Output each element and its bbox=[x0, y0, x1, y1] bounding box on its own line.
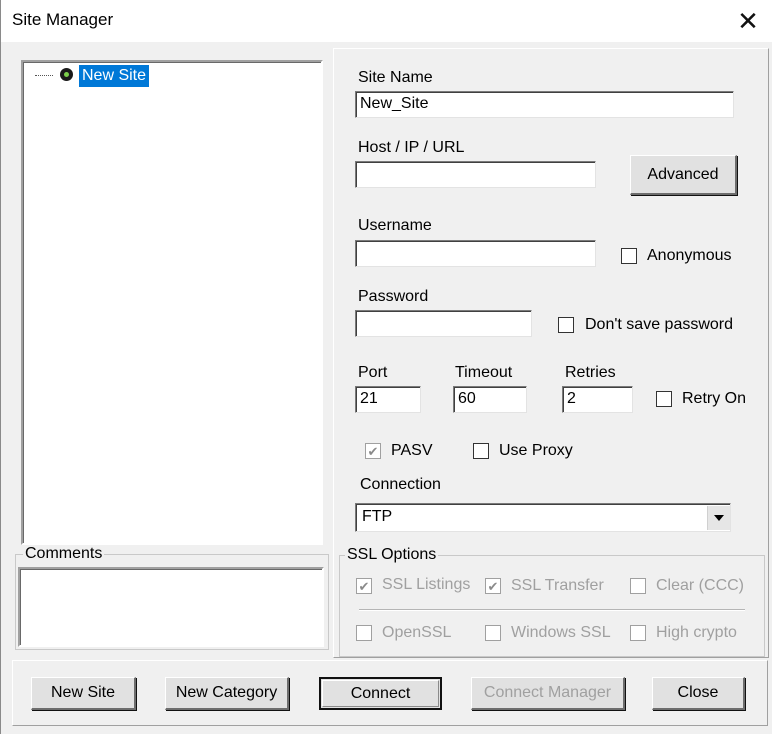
new-site-button[interactable]: New Site bbox=[31, 677, 136, 710]
openssl-label: OpenSSL bbox=[382, 624, 452, 641]
advanced-button[interactable]: Advanced bbox=[630, 155, 737, 195]
dont-save-password-label: Don't save password bbox=[585, 316, 734, 333]
close-button[interactable]: Close bbox=[652, 677, 745, 710]
ssl-options-title: SSL Options bbox=[345, 546, 439, 564]
use-proxy-checkbox[interactable] bbox=[473, 443, 489, 459]
dont-save-password-checkbox[interactable] bbox=[558, 317, 574, 333]
port-label: Port bbox=[358, 364, 388, 381]
openssl-checkbox[interactable] bbox=[356, 625, 372, 641]
window-title: Site Manager bbox=[12, 10, 114, 29]
site-manager-window: Site Manager ✕ New Site Comments Site Na… bbox=[0, 0, 772, 734]
host-label: Host / IP / URL bbox=[358, 139, 465, 156]
anonymous-label: Anonymous bbox=[647, 247, 732, 264]
site-name-input[interactable]: New_Site bbox=[355, 91, 734, 118]
username-label: Username bbox=[358, 217, 432, 234]
check-mark: ✔ bbox=[358, 578, 370, 594]
host-input[interactable] bbox=[355, 161, 596, 188]
site-tree[interactable] bbox=[21, 60, 323, 545]
username-input[interactable] bbox=[355, 240, 596, 267]
connection-value: FTP bbox=[362, 508, 393, 525]
password-label: Password bbox=[358, 288, 429, 305]
clear-ccc-checkbox[interactable] bbox=[630, 578, 646, 594]
retries-label: Retries bbox=[565, 364, 616, 381]
close-icon[interactable]: ✕ bbox=[723, 0, 772, 42]
high-crypto-checkbox[interactable] bbox=[630, 625, 646, 641]
ssl-listings-label: SSL Listings bbox=[382, 576, 471, 593]
chevron-down-icon[interactable] bbox=[707, 506, 730, 530]
title-bar: Site Manager ✕ bbox=[1, 0, 772, 42]
tree-connector bbox=[35, 75, 53, 76]
comments-textarea[interactable] bbox=[18, 567, 324, 647]
timeout-label: Timeout bbox=[455, 364, 513, 381]
pasv-label: PASV bbox=[391, 442, 433, 459]
site-name-label: Site Name bbox=[358, 69, 433, 86]
connection-label: Connection bbox=[360, 476, 441, 493]
connect-manager-button[interactable]: Connect Manager bbox=[471, 677, 625, 710]
comments-label: Comments bbox=[23, 545, 105, 563]
ssl-transfer-checkbox[interactable]: ✔ bbox=[485, 578, 501, 594]
pasv-checkbox[interactable]: ✔ bbox=[365, 443, 381, 459]
retry-on-label: Retry On bbox=[682, 390, 747, 407]
tree-item-new-site[interactable]: New Site bbox=[79, 65, 150, 87]
anonymous-checkbox[interactable] bbox=[621, 248, 637, 264]
new-category-button[interactable]: New Category bbox=[165, 677, 289, 710]
retries-input[interactable]: 2 bbox=[562, 386, 633, 413]
site-node-icon bbox=[60, 68, 73, 81]
timeout-input[interactable]: 60 bbox=[453, 386, 527, 413]
ssl-divider bbox=[359, 609, 745, 611]
check-mark: ✔ bbox=[367, 443, 379, 459]
clear-ccc-label: Clear (CCC) bbox=[656, 577, 744, 594]
ssl-listings-checkbox[interactable]: ✔ bbox=[356, 578, 372, 594]
high-crypto-label: High crypto bbox=[656, 624, 737, 641]
use-proxy-label: Use Proxy bbox=[499, 442, 573, 459]
windows-ssl-label: Windows SSL bbox=[511, 624, 611, 641]
port-input[interactable]: 21 bbox=[355, 386, 421, 413]
windows-ssl-checkbox[interactable] bbox=[485, 625, 501, 641]
ssl-transfer-label: SSL Transfer bbox=[511, 577, 604, 594]
connection-select[interactable]: FTP bbox=[355, 503, 731, 532]
connect-button[interactable]: Connect bbox=[319, 677, 442, 710]
password-input[interactable] bbox=[355, 310, 532, 337]
retry-on-checkbox[interactable] bbox=[656, 391, 672, 407]
check-mark: ✔ bbox=[487, 578, 499, 594]
